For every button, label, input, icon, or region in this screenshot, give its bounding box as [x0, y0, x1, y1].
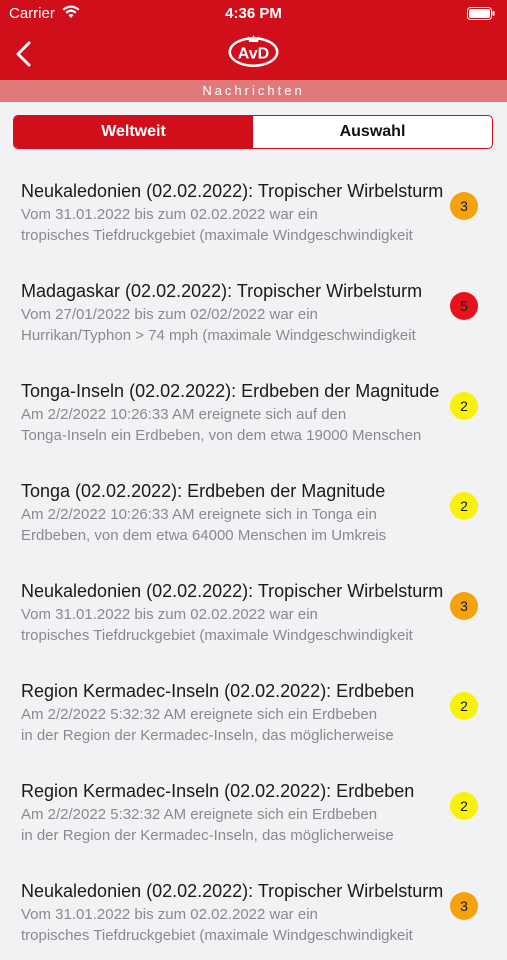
news-summary: Am 2/2/2022 5:32:32 AM ereignete sich ei…: [21, 804, 447, 846]
tab-auswahl[interactable]: Auswahl: [253, 116, 492, 148]
news-item[interactable]: Neukaledonien (02.02.2022): Tropischer W…: [0, 860, 507, 960]
summary-line: in der Region der Kermadec-Inseln, das m…: [21, 727, 394, 744]
news-summary: Vom 31.01.2022 bis zum 02.02.2022 war ei…: [21, 204, 447, 246]
news-summary: Am 2/2/2022 10:26:33 AM ereignete sich a…: [21, 404, 447, 446]
severity-badge: 2: [450, 492, 478, 520]
summary-line: tropisches Tiefdruckgebiet (maximale Win…: [21, 927, 413, 944]
news-item[interactable]: Tonga-Inseln (02.02.2022): Erdbeben der …: [0, 360, 507, 460]
navigation-bar: AvD: [0, 28, 507, 80]
severity-badge: 2: [450, 392, 478, 420]
summary-line: Tonga-Inseln ein Erdbeben, von dem etwa …: [21, 427, 422, 444]
battery-icon: [467, 7, 495, 24]
news-summary: Vom 31.01.2022 bis zum 02.02.2022 war ei…: [21, 904, 447, 946]
page-subtitle: Nachrichten: [0, 80, 507, 102]
logo-text: AvD: [238, 46, 269, 63]
clock: 4:36 PM: [225, 5, 282, 22]
news-title: Neukaledonien (02.02.2022): Tropischer W…: [21, 881, 444, 901]
news-title: Neukaledonien (02.02.2022): Tropischer W…: [21, 581, 444, 601]
severity-badge: 3: [450, 192, 478, 220]
news-title: Tonga-Inseln (02.02.2022): Erdbeben der …: [21, 381, 440, 401]
summary-line: Vom 31.01.2022 bis zum 02.02.2022 war ei…: [21, 906, 318, 923]
severity-badge: 2: [450, 792, 478, 820]
news-title: Madagaskar (02.02.2022): Tropischer Wirb…: [21, 281, 423, 301]
avd-logo: AvD: [228, 35, 279, 67]
news-item[interactable]: Region Kermadec-Inseln (02.02.2022): Erd…: [0, 760, 507, 860]
tab-switcher: Weltweit Auswahl: [13, 115, 493, 149]
summary-line: tropisches Tiefdruckgebiet (maximale Win…: [21, 227, 413, 244]
severity-badge: 5: [450, 292, 478, 320]
news-title: Neukaledonien (02.02.2022): Tropischer W…: [21, 181, 444, 201]
summary-line: Erdbeben, von dem etwa 64000 Menschen im…: [21, 527, 387, 544]
news-item[interactable]: Neukaledonien (02.02.2022): Tropischer W…: [0, 560, 507, 660]
news-summary: Vom 27/01/2022 bis zum 02/02/2022 war ei…: [21, 304, 447, 346]
news-list: Neukaledonien (02.02.2022): Tropischer W…: [0, 160, 507, 960]
back-button[interactable]: [10, 36, 40, 72]
status-bar: Carrier 4:36 PM: [0, 0, 507, 28]
tab-weltweit[interactable]: Weltweit: [14, 116, 253, 148]
news-item[interactable]: Tonga (02.02.2022): Erdbeben der Magnitu…: [0, 460, 507, 560]
severity-badge: 2: [450, 692, 478, 720]
severity-badge: 3: [450, 892, 478, 920]
news-item[interactable]: Region Kermadec-Inseln (02.02.2022): Erd…: [0, 660, 507, 760]
summary-line: Am 2/2/2022 5:32:32 AM ereignete sich ei…: [21, 706, 378, 723]
news-summary: Vom 31.01.2022 bis zum 02.02.2022 war ei…: [21, 604, 447, 646]
news-summary: Am 2/2/2022 5:32:32 AM ereignete sich ei…: [21, 704, 447, 746]
summary-line: Am 2/2/2022 5:32:32 AM ereignete sich ei…: [21, 806, 378, 823]
summary-line: Am 2/2/2022 10:26:33 AM ereignete sich i…: [21, 506, 377, 523]
summary-line: tropisches Tiefdruckgebiet (maximale Win…: [21, 627, 413, 644]
chevron-left-icon: [16, 41, 31, 67]
news-title: Region Kermadec-Inseln (02.02.2022): Erd…: [21, 681, 415, 701]
news-title: Tonga (02.02.2022): Erdbeben der Magnitu…: [21, 481, 386, 501]
news-item[interactable]: Madagaskar (02.02.2022): Tropischer Wirb…: [0, 260, 507, 360]
summary-line: Hurrikan/Typhon > 74 mph (maximale Windg…: [21, 327, 416, 344]
summary-line: Am 2/2/2022 10:26:33 AM ereignete sich a…: [21, 406, 347, 423]
news-title: Region Kermadec-Inseln (02.02.2022): Erd…: [21, 781, 415, 801]
summary-line: Vom 27/01/2022 bis zum 02/02/2022 war ei…: [21, 306, 318, 323]
severity-badge: 3: [450, 592, 478, 620]
summary-line: Vom 31.01.2022 bis zum 02.02.2022 war ei…: [21, 206, 318, 223]
news-summary: Am 2/2/2022 10:26:33 AM ereignete sich i…: [21, 504, 447, 546]
summary-line: Vom 31.01.2022 bis zum 02.02.2022 war ei…: [21, 606, 318, 623]
news-item[interactable]: Neukaledonien (02.02.2022): Tropischer W…: [0, 160, 507, 260]
summary-line: in der Region der Kermadec-Inseln, das m…: [21, 827, 394, 844]
